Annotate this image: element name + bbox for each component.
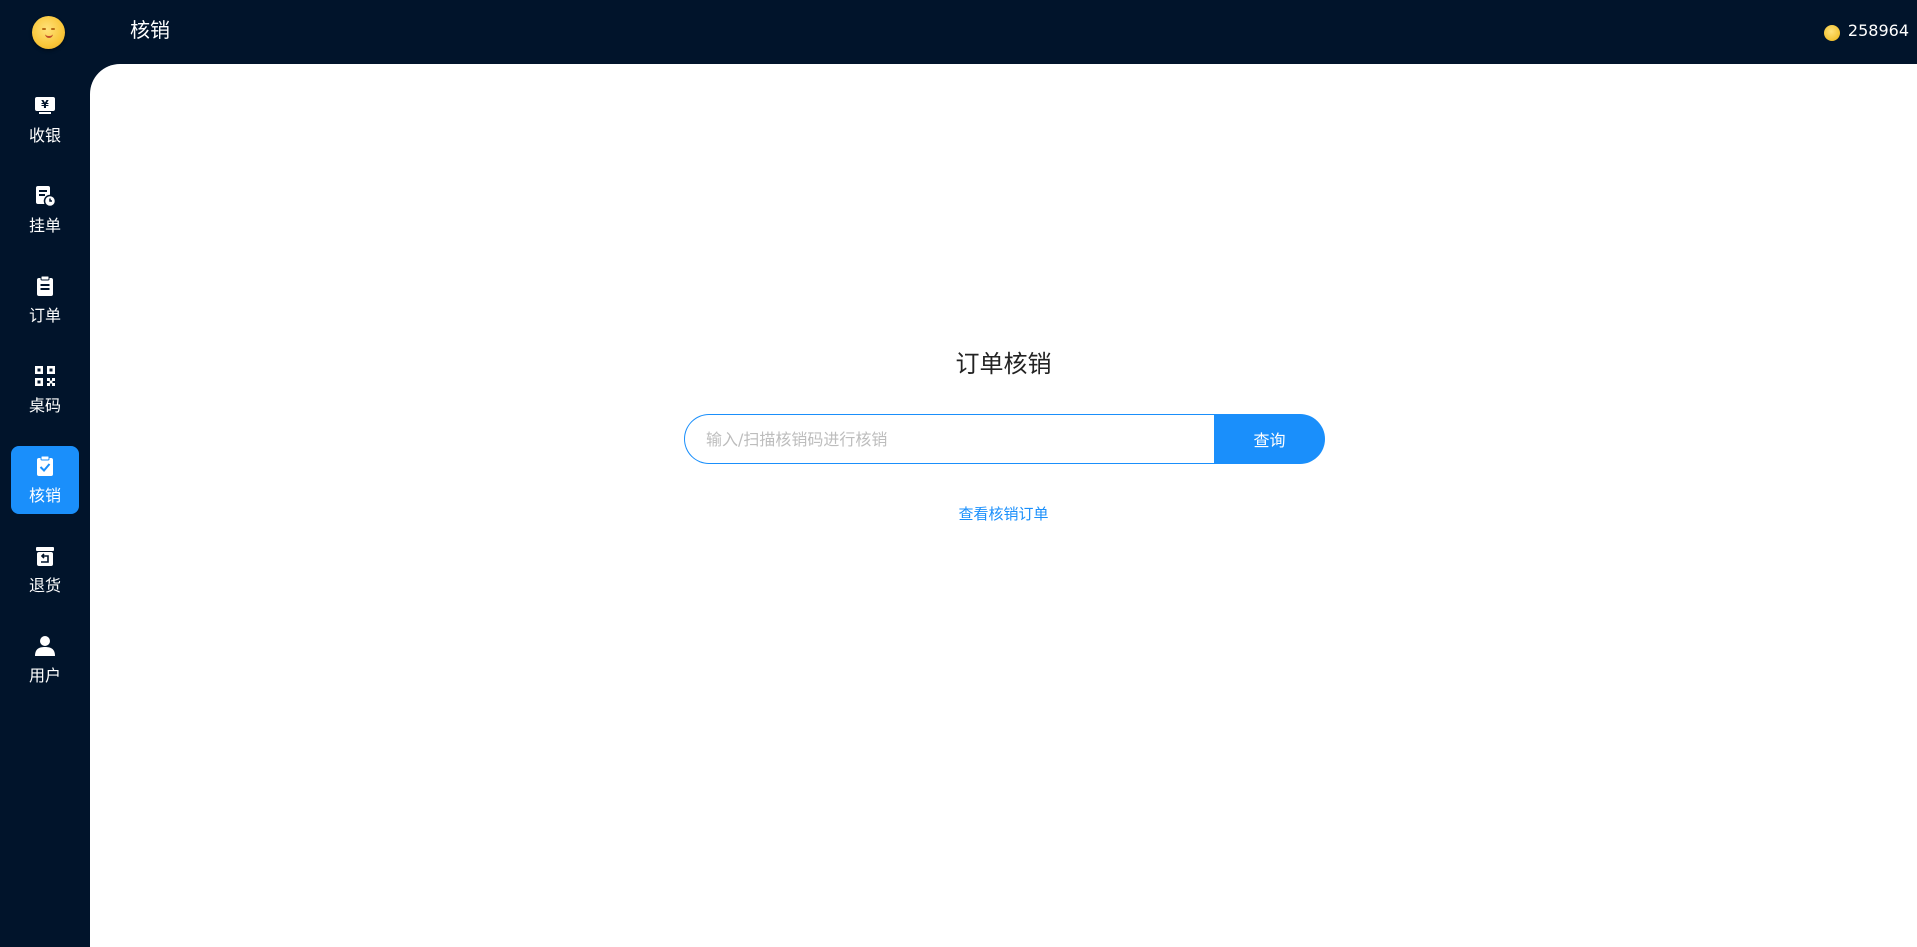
order-clipboard-icon xyxy=(37,275,53,296)
sidebar-item-label: 挂单 xyxy=(28,216,61,235)
sidebar-item-orders[interactable]: 订单 xyxy=(11,266,79,334)
svg-text:¥: ¥ xyxy=(41,98,49,111)
sidebar-item-label: 收银 xyxy=(28,126,61,145)
sidebar-item-cashier[interactable]: ¥ 收银 xyxy=(11,86,79,154)
search-box: 查询 xyxy=(684,414,1325,464)
main-content: 订单核销 查询 查看核销订单 xyxy=(90,64,1917,947)
sidebar: ¥ 收银 挂单 订单 桌码 核销 退货 用户 xyxy=(0,0,90,947)
sidebar-item-label: 桌码 xyxy=(28,396,61,415)
sidebar-item-verify[interactable]: 核销 xyxy=(11,446,79,514)
sidebar-item-label: 退货 xyxy=(28,576,61,595)
user-name: 258964 xyxy=(1847,21,1909,40)
sidebar-item-table-code[interactable]: 桌码 xyxy=(11,356,79,424)
section-title: 订单核销 xyxy=(955,350,1052,378)
cashier-icon: ¥ xyxy=(35,97,55,114)
page-title: 核销 xyxy=(130,18,170,42)
user-icon xyxy=(35,636,55,656)
sidebar-item-label: 核销 xyxy=(28,486,61,505)
view-verified-orders-link[interactable]: 查看核销订单 xyxy=(958,505,1048,523)
pending-order-icon xyxy=(36,186,56,207)
top-bar: 核销 258964 xyxy=(90,0,1917,64)
logo-icon xyxy=(32,16,65,49)
verify-clipboard-icon xyxy=(37,455,53,476)
verify-code-input[interactable] xyxy=(684,414,1214,464)
view-link-wrapper: 查看核销订单 xyxy=(90,504,1917,524)
sidebar-item-returns[interactable]: 退货 xyxy=(11,536,79,604)
sidebar-item-user[interactable]: 用户 xyxy=(11,626,79,694)
qrcode-icon xyxy=(35,366,55,386)
sidebar-item-label: 用户 xyxy=(28,666,61,685)
sidebar-item-label: 订单 xyxy=(28,306,61,325)
avatar xyxy=(1823,25,1840,41)
user-menu[interactable]: 258964 xyxy=(1823,19,1909,43)
query-button[interactable]: 查询 xyxy=(1214,414,1325,464)
return-box-icon xyxy=(36,547,54,566)
sidebar-item-pending[interactable]: 挂单 xyxy=(11,176,79,244)
